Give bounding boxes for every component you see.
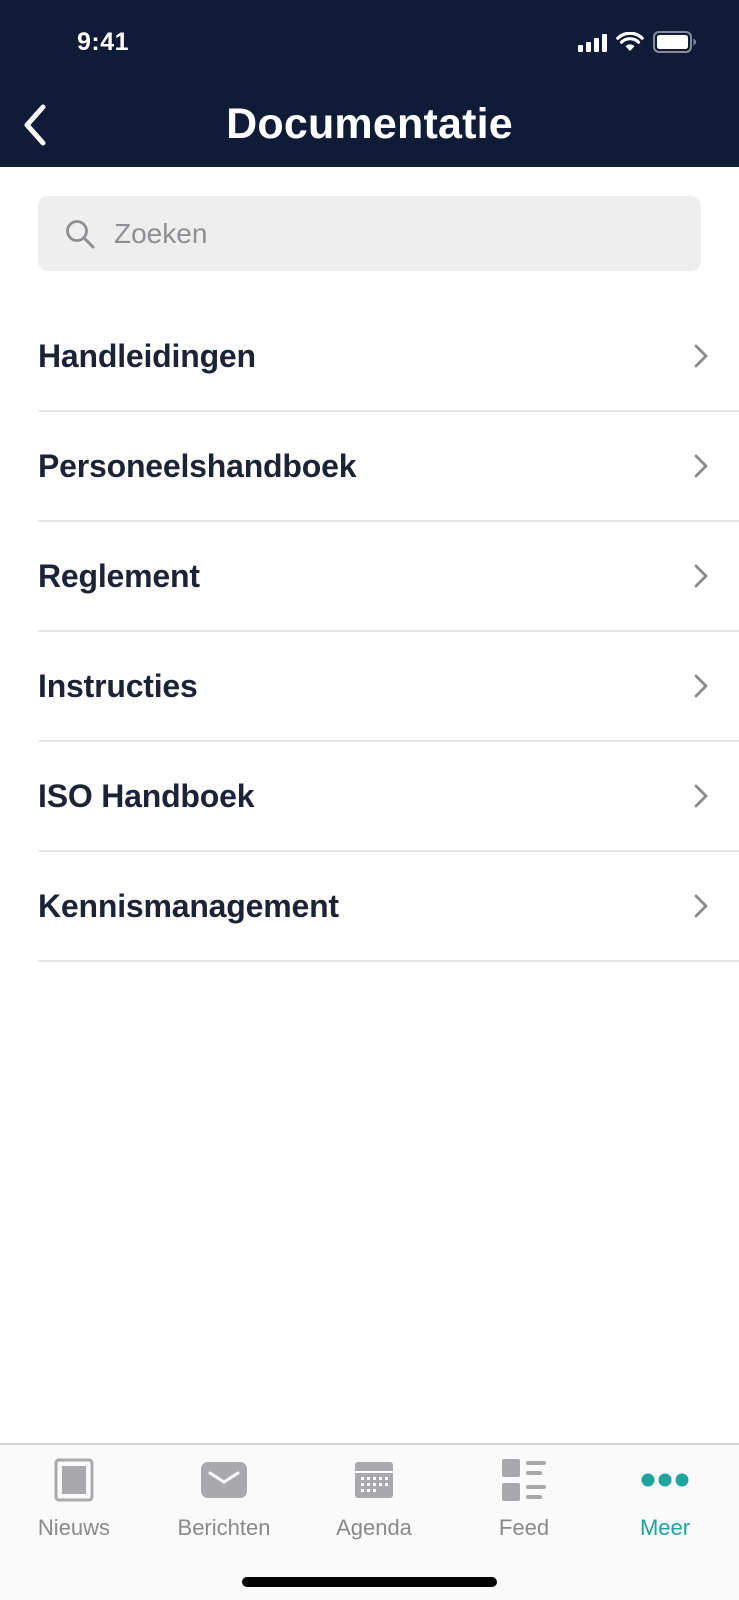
list-item-instructies[interactable]: Instructies <box>38 632 739 742</box>
more-dots-icon <box>641 1455 689 1505</box>
tab-label: Agenda <box>336 1515 412 1540</box>
battery-icon <box>653 31 697 53</box>
tab-agenda[interactable]: Agenda <box>300 1455 448 1550</box>
home-indicator <box>242 1577 497 1587</box>
tab-label: Meer <box>639 1515 691 1540</box>
list-item-label: Instructies <box>38 667 198 704</box>
page-title: Documentatie <box>226 100 513 148</box>
list-item-label: Kennismanagement <box>38 887 339 924</box>
wifi-icon <box>616 32 644 52</box>
status-icons <box>578 30 697 54</box>
newspaper-icon <box>54 1455 94 1505</box>
list-item-iso-handboek[interactable]: ISO Handboek <box>38 742 739 852</box>
chevron-right-icon <box>693 673 709 699</box>
tab-feed[interactable]: Feed <box>450 1455 598 1550</box>
chevron-right-icon <box>693 563 709 589</box>
tab-label: Feed <box>498 1515 550 1540</box>
status-time: 9:41 <box>77 28 130 56</box>
chevron-right-icon <box>693 783 709 809</box>
list-item-label: Handleidingen <box>38 337 256 374</box>
tab-meer[interactable]: Meer <box>591 1455 739 1550</box>
chevron-right-icon <box>693 453 709 479</box>
list-item-label: Personeelshandboek <box>38 447 357 484</box>
search-input[interactable] <box>114 217 674 250</box>
tab-berichten[interactable]: Berichten <box>150 1455 298 1550</box>
feed-icon <box>502 1455 546 1505</box>
list-item-label: Reglement <box>38 557 200 594</box>
search-icon <box>66 219 95 248</box>
list-item-label: ISO Handboek <box>38 777 255 814</box>
signal-icon <box>578 33 607 52</box>
envelope-icon <box>201 1455 247 1505</box>
chevron-right-icon <box>693 893 709 919</box>
documentation-list: Handleidingen Personeelshandboek Regleme… <box>38 302 739 962</box>
list-item-reglement[interactable]: Reglement <box>38 522 739 632</box>
list-item-kennismanagement[interactable]: Kennismanagement <box>38 852 739 962</box>
calendar-icon <box>355 1455 393 1505</box>
tab-nieuws[interactable]: Nieuws <box>0 1455 148 1550</box>
nav-header: 9:41 Documentatie <box>0 0 739 167</box>
list-item-personeelshandboek[interactable]: Personeelshandboek <box>38 412 739 522</box>
search-bar[interactable] <box>38 196 701 271</box>
list-item-handleidingen[interactable]: Handleidingen <box>38 302 739 412</box>
chevron-right-icon <box>693 343 709 369</box>
tab-label: Berichten <box>177 1515 271 1540</box>
tab-label: Nieuws <box>37 1515 111 1540</box>
